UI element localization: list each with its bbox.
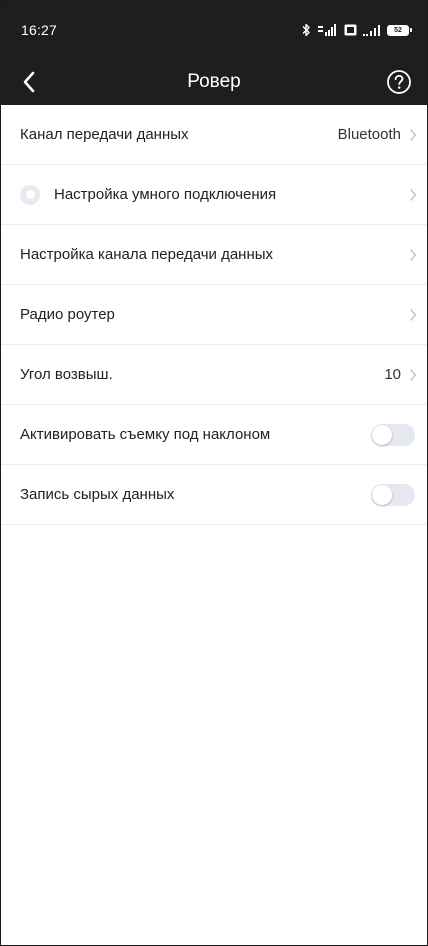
raw-data-toggle[interactable]	[371, 483, 415, 506]
toggle-knob	[372, 484, 392, 505]
chevron-right-icon	[409, 368, 417, 382]
elevation-angle-row[interactable]: Угол возвыш. 10	[1, 345, 427, 405]
smart-connect-row[interactable]: Настройка умного подключения	[1, 165, 427, 225]
signal-bars-icon	[363, 24, 381, 36]
app-frame: 16:27 52 Ровер Канал передачи данных Blu…	[0, 0, 428, 946]
chevron-right-icon	[409, 128, 417, 142]
back-button[interactable]	[15, 68, 43, 96]
channel-setup-row[interactable]: Настройка канала передачи данных	[1, 225, 427, 285]
data-channel-value: Bluetooth	[337, 126, 401, 143]
status-time: 16:27	[21, 22, 58, 38]
tilt-survey-label: Активировать съемку под наклоном	[20, 426, 271, 443]
chevron-right-icon	[409, 188, 417, 202]
radio-router-row[interactable]: Радио роутер	[1, 285, 427, 345]
page-title: Ровер	[187, 71, 241, 92]
elevation-angle-value: 10	[384, 366, 401, 383]
channel-setup-label: Настройка канала передачи данных	[20, 246, 274, 263]
signal-4g-icon	[318, 24, 338, 36]
nav-bar: Ровер	[1, 59, 427, 105]
radio-icon	[20, 184, 40, 205]
battery-icon: 52	[387, 24, 412, 36]
chevron-left-icon	[23, 71, 35, 93]
tilt-survey-toggle[interactable]	[371, 423, 415, 446]
chevron-right-icon	[409, 308, 417, 322]
help-icon	[387, 70, 411, 94]
data-channel-row[interactable]: Канал передачи данных Bluetooth	[1, 105, 427, 165]
help-button[interactable]	[385, 68, 413, 96]
raw-data-row: Запись сырых данных	[1, 465, 427, 525]
toggle-knob	[372, 424, 392, 445]
elevation-angle-label: Угол возвыш.	[20, 366, 113, 383]
status-bar: 16:27 52	[1, 1, 427, 59]
settings-list: Канал передачи данных Bluetooth Настройк…	[1, 105, 427, 525]
data-channel-label: Канал передачи данных	[20, 126, 189, 143]
raw-data-label: Запись сырых данных	[20, 486, 175, 503]
bluetooth-icon	[300, 23, 312, 37]
chevron-right-icon	[409, 248, 417, 262]
sim-icon	[344, 24, 357, 36]
radio-router-label: Радио роутер	[20, 306, 115, 323]
tilt-survey-row: Активировать съемку под наклоном	[1, 405, 427, 465]
status-icons: 52	[300, 23, 412, 37]
smart-connect-label: Настройка умного подключения	[54, 186, 277, 203]
